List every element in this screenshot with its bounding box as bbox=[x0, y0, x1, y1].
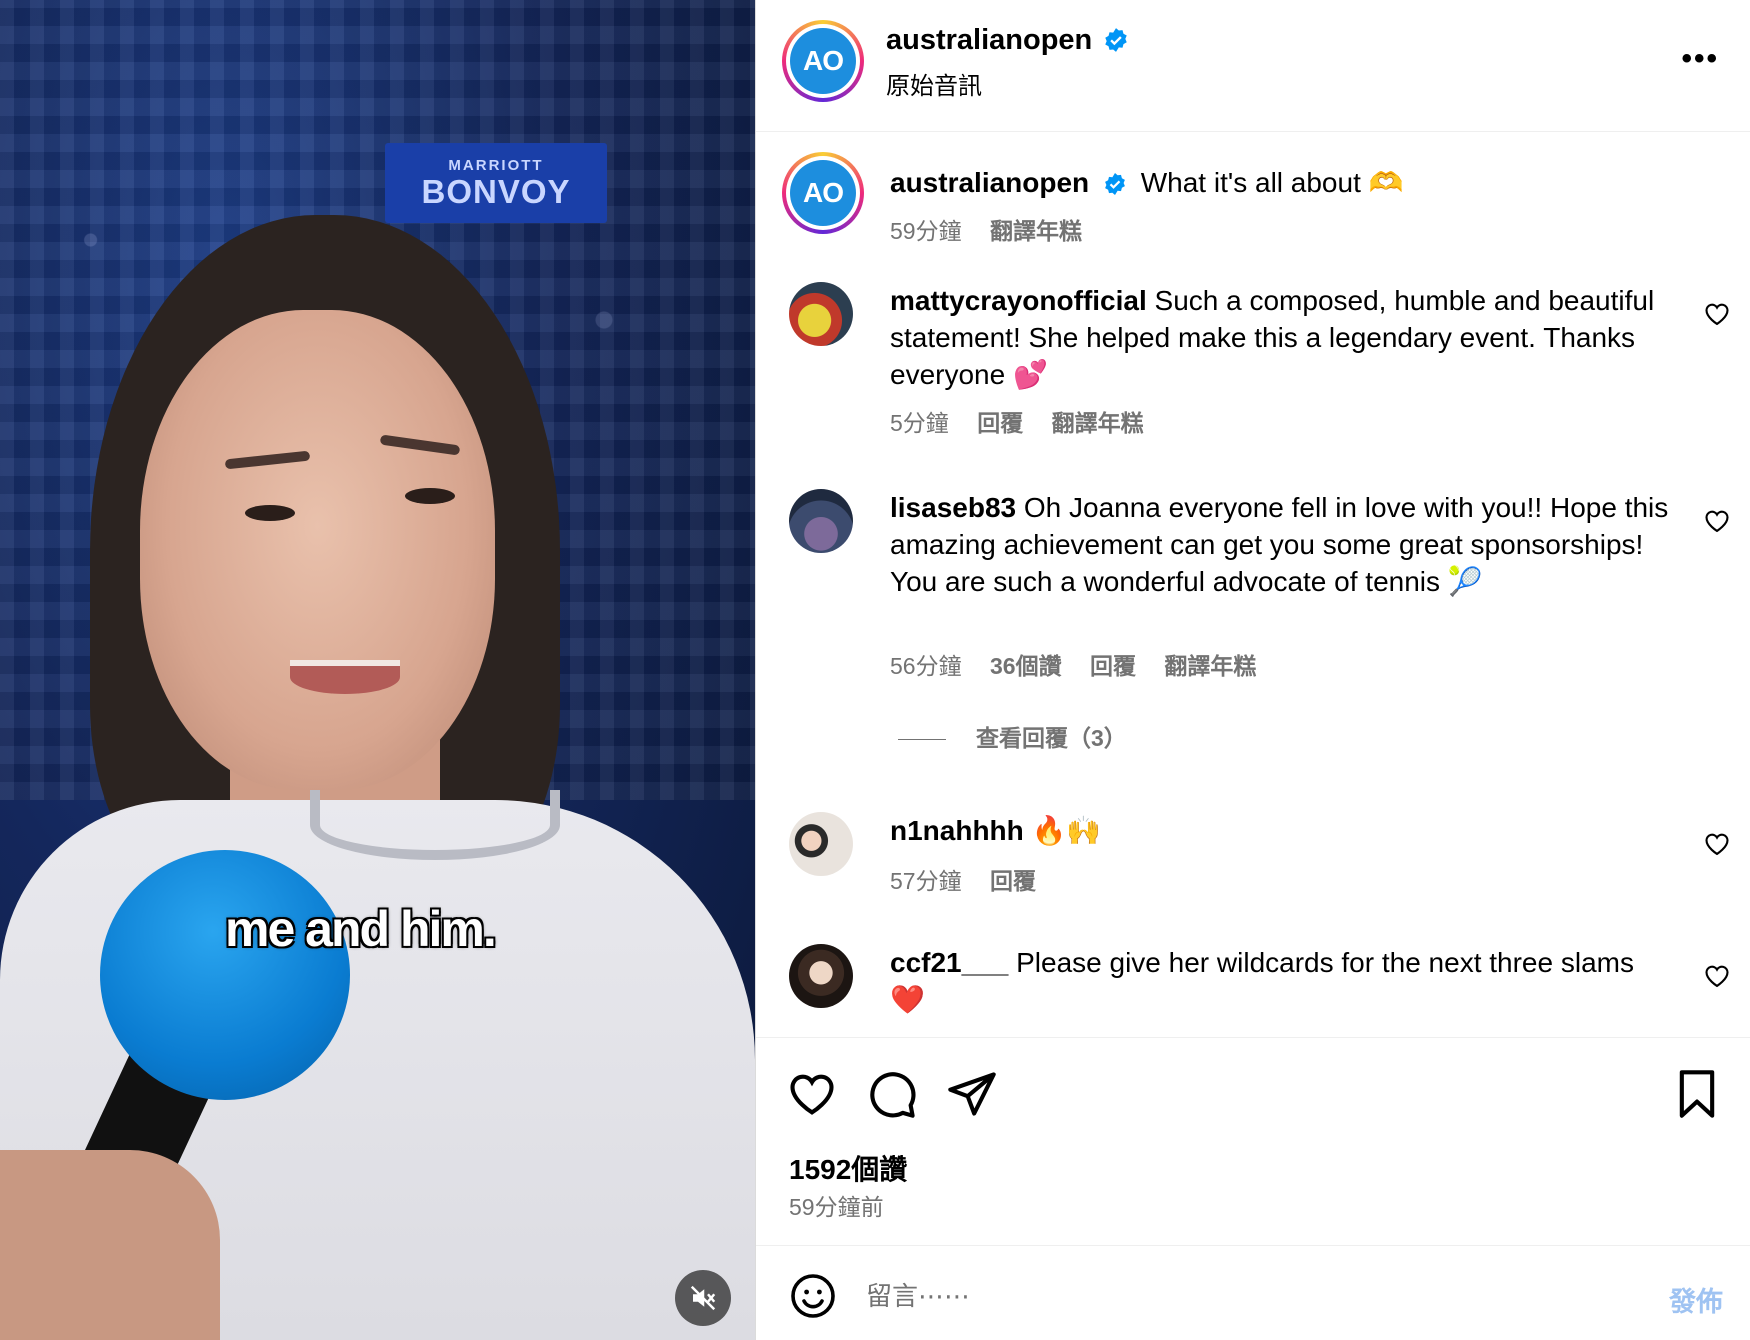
ao-logo: AO bbox=[790, 28, 856, 94]
comment-likes[interactable]: 36個讚 bbox=[990, 653, 1062, 679]
post-actions: 1592個讚 59分鐘前 bbox=[756, 1037, 1750, 1237]
author-avatar[interactable]: AO bbox=[782, 20, 864, 102]
comment-username[interactable]: lisaseb83 bbox=[890, 492, 1016, 523]
reply-link[interactable]: 回覆 bbox=[990, 868, 1036, 894]
commenter-avatar[interactable] bbox=[789, 489, 853, 553]
smiley-icon[interactable] bbox=[789, 1272, 837, 1320]
post-side-panel: AO australianopen 原始音訊 ••• AO australian… bbox=[755, 0, 1750, 1340]
paper-plane-icon[interactable] bbox=[946, 1068, 998, 1120]
ellipsis-icon[interactable]: ••• bbox=[1681, 42, 1719, 76]
reply-link[interactable]: 回覆 bbox=[1090, 653, 1136, 679]
comment-username[interactable]: mattycrayonofficial bbox=[890, 285, 1147, 316]
commenter-avatar[interactable] bbox=[789, 944, 853, 1008]
comment-body: mattycrayonofficial Such a composed, hum… bbox=[890, 282, 1670, 393]
heart-icon[interactable] bbox=[786, 1068, 838, 1120]
comment-meta: 56分鐘 36個讚 回覆 翻譯年糕 bbox=[890, 647, 1278, 681]
caption-avatar[interactable]: AO bbox=[782, 152, 864, 234]
caption-meta: 59分鐘 翻譯年糕 bbox=[890, 212, 1104, 246]
left-eye bbox=[245, 505, 295, 521]
audio-label[interactable]: 原始音訊 bbox=[886, 66, 982, 101]
view-replies-button[interactable]: 查看回覆（3） bbox=[898, 719, 1127, 753]
caption-username[interactable]: australianopen bbox=[890, 167, 1089, 198]
comment-meta: 5分鐘 回覆 翻譯年糕 bbox=[890, 404, 1166, 438]
sponsor-banner: MARRIOTT BONVOY bbox=[385, 143, 607, 223]
caption-time[interactable]: 59分鐘 bbox=[890, 218, 962, 244]
speaker-muted-icon bbox=[690, 1285, 716, 1311]
comments-list[interactable]: AO australianopen What it's all about 🫶 … bbox=[756, 132, 1750, 1037]
comment-bubble-icon[interactable] bbox=[866, 1068, 918, 1120]
post-header: AO australianopen 原始音訊 ••• bbox=[756, 0, 1750, 132]
comment-username[interactable]: ccf21___ bbox=[890, 947, 1008, 978]
verified-badge-icon bbox=[1105, 173, 1125, 195]
bookmark-icon[interactable] bbox=[1671, 1068, 1723, 1120]
comment-username[interactable]: n1nahhhh bbox=[890, 815, 1024, 846]
comment-body: lisaseb83 Oh Joanna everyone fell in lov… bbox=[890, 489, 1670, 600]
comment-time[interactable]: 5分鐘 bbox=[890, 410, 949, 436]
video-player[interactable]: MARRIOTT BONVOY me and him. bbox=[0, 0, 755, 1340]
translate-link[interactable]: 翻譯年糕 bbox=[990, 218, 1082, 244]
comment-like-heart-icon[interactable] bbox=[1703, 962, 1731, 990]
author-name-row: australianopen bbox=[886, 24, 1129, 57]
comment-body: ccf21___ Please give her wildcards for t… bbox=[890, 944, 1670, 1018]
commenter-avatar[interactable] bbox=[789, 812, 853, 876]
comment-time[interactable]: 57分鐘 bbox=[890, 868, 962, 894]
reply-link[interactable]: 回覆 bbox=[977, 410, 1023, 436]
comment-composer: 發佈 bbox=[756, 1245, 1750, 1340]
instagram-post-view: MARRIOTT BONVOY me and him. AO australia… bbox=[0, 0, 1750, 1340]
sponsor-line-1: MARRIOTT bbox=[448, 157, 544, 174]
right-eye bbox=[405, 488, 455, 504]
comment-text: 🔥🙌 bbox=[1031, 815, 1102, 846]
shirt-collar bbox=[310, 790, 560, 860]
comment-input[interactable] bbox=[866, 1274, 1566, 1318]
posted-time[interactable]: 59分鐘前 bbox=[789, 1188, 884, 1222]
comment-time[interactable]: 56分鐘 bbox=[890, 653, 962, 679]
ao-logo: AO bbox=[790, 160, 856, 226]
translate-link[interactable]: 翻譯年糕 bbox=[1164, 653, 1256, 679]
player-face bbox=[140, 310, 495, 790]
comment-like-heart-icon[interactable] bbox=[1703, 507, 1731, 535]
commenter-avatar[interactable] bbox=[789, 282, 853, 346]
mute-button[interactable] bbox=[675, 1270, 731, 1326]
player-mouth bbox=[290, 660, 400, 694]
comment-like-heart-icon[interactable] bbox=[1703, 830, 1731, 858]
interviewer-hand bbox=[0, 1150, 220, 1340]
caption-text: What it's all about 🫶 bbox=[1140, 167, 1404, 198]
view-replies-label: 查看回覆（3） bbox=[976, 725, 1127, 751]
comment-meta: 57分鐘 回覆 bbox=[890, 862, 1058, 896]
caption-body: australianopen What it's all about 🫶 bbox=[890, 164, 1670, 201]
comment-like-heart-icon[interactable] bbox=[1703, 300, 1731, 328]
translate-link[interactable]: 翻譯年糕 bbox=[1052, 410, 1144, 436]
comment-body: n1nahhhh 🔥🙌 bbox=[890, 812, 1670, 849]
replies-divider bbox=[898, 739, 946, 741]
sponsor-line-2: BONVOY bbox=[421, 173, 571, 210]
post-comment-button[interactable]: 發佈 bbox=[1669, 1280, 1723, 1319]
likes-count[interactable]: 1592個讚 bbox=[789, 1148, 907, 1188]
video-subtitle: me and him. bbox=[225, 901, 497, 957]
author-username[interactable]: australianopen bbox=[886, 24, 1092, 56]
verified-badge-icon bbox=[1105, 28, 1127, 52]
